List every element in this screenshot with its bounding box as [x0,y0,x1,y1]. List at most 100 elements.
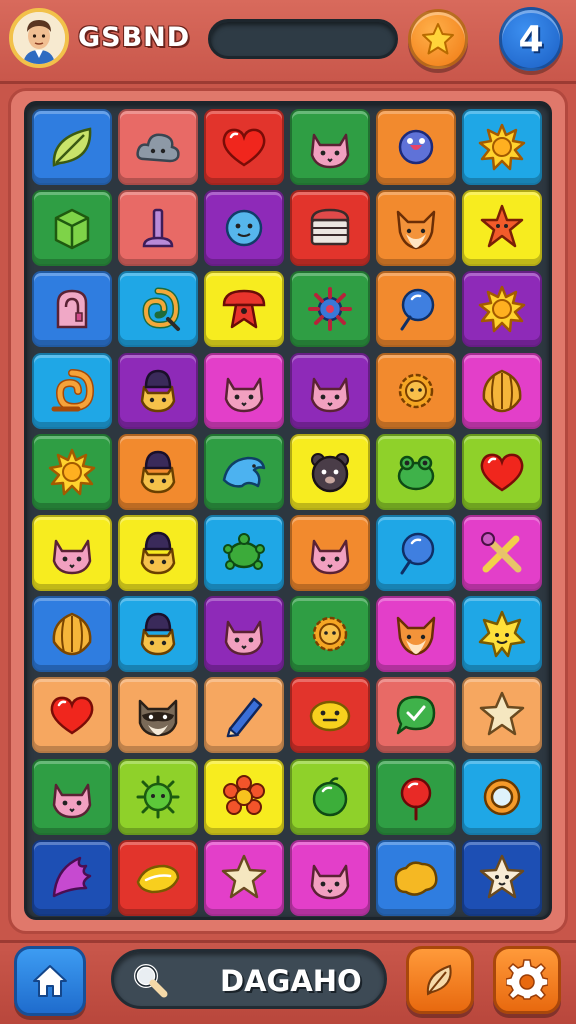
board-tile[interactable] [376,433,456,510]
board-tile[interactable] [118,758,198,835]
board-tile[interactable] [290,352,370,429]
board-tile[interactable] [204,515,284,591]
leaf-button[interactable] [406,946,474,1014]
board-tile[interactable] [204,190,284,267]
crossed-tools-icon [481,532,522,573]
sun-icon [478,286,526,333]
board-tile[interactable] [290,758,370,835]
board-tile[interactable] [204,433,284,510]
board-tile[interactable] [32,433,112,510]
board-tile[interactable] [204,839,284,916]
bug-icon [308,287,352,332]
pencil-icon [226,698,263,738]
board-tile[interactable] [376,515,456,591]
search-bar[interactable]: DAGAHO [111,949,387,1009]
lemon-icon [136,864,180,894]
board-tile[interactable] [32,758,112,835]
player-avatar[interactable] [9,8,69,68]
board-tile[interactable] [376,271,456,348]
ball-icon [312,776,348,816]
pin-icon [400,777,432,821]
board-tile[interactable] [462,515,542,591]
locker-icon [56,290,88,329]
fox-icon [396,616,436,656]
board-tile[interactable] [462,839,542,916]
board-tile[interactable] [290,271,370,348]
board-tile[interactable] [462,433,542,510]
star-icon [221,854,267,899]
board-tile[interactable] [204,271,284,348]
cloud-icon [136,133,180,163]
board-tile[interactable] [462,352,542,429]
board-tile[interactable] [32,515,112,591]
board-tile[interactable] [376,677,456,754]
board-tile[interactable] [118,433,198,510]
board-tile[interactable] [32,596,112,673]
board-tile[interactable] [118,271,198,348]
board-tile[interactable] [118,352,198,429]
cat-face-icon [52,783,92,818]
board-tile[interactable] [204,596,284,673]
board-tile[interactable] [376,109,456,185]
board-tile[interactable] [462,596,542,673]
candle-icon [142,208,174,248]
cat-face-icon [310,133,350,169]
board-tile[interactable] [290,677,370,754]
raccoon-icon [138,700,178,737]
board-tile[interactable] [32,271,112,348]
board-tile[interactable] [290,596,370,673]
sun-icon [48,448,96,496]
board-tile[interactable] [376,839,456,916]
cat-face-icon [52,539,92,575]
board-tile[interactable] [32,677,112,754]
board-tile[interactable] [32,109,112,185]
board-tile[interactable] [118,677,198,754]
ball-face-icon [225,209,263,247]
board-tile[interactable] [118,596,198,673]
heart-icon [480,453,524,492]
frog-icon [397,455,435,491]
star-button[interactable] [408,9,468,69]
game-board [24,101,552,920]
home-button[interactable] [14,946,86,1016]
board-tile[interactable] [204,352,284,429]
board-tile[interactable] [32,190,112,267]
board-tile[interactable] [376,352,456,429]
board-tile[interactable] [290,190,370,267]
snail-icon [51,368,95,412]
board-tile[interactable] [462,109,542,185]
board-tile[interactable] [376,190,456,267]
board-tile[interactable] [290,433,370,510]
board-tile[interactable] [290,839,370,916]
board-tile[interactable] [462,758,542,835]
board-tile[interactable] [118,839,198,916]
board-tile[interactable] [32,352,112,429]
board-tile[interactable] [376,758,456,835]
board-tile[interactable] [118,109,198,185]
treasure-box-icon [310,208,350,246]
board-tile[interactable] [204,758,284,835]
board-tile[interactable] [376,596,456,673]
board-tile[interactable] [290,515,370,591]
board-tile[interactable] [204,109,284,185]
board-tile[interactable] [118,515,198,591]
germ-icon [136,775,180,819]
board-tile[interactable] [462,271,542,348]
board-tile[interactable] [118,190,198,267]
nugget-icon [394,861,438,896]
hat-cat-icon [140,369,176,412]
board-tile[interactable] [290,109,370,185]
board-tile[interactable] [32,839,112,916]
lemon-face-icon [309,701,351,732]
hat-cat-icon [140,531,176,575]
mushroom-icon [222,290,266,329]
cat-face-icon [310,539,350,575]
board-tile[interactable] [462,190,542,267]
leaf-icon [426,964,452,996]
sun-icon [478,123,526,171]
level-badge[interactable]: 4 [499,7,563,71]
sun-face-icon [478,610,526,658]
settings-button[interactable] [493,946,561,1014]
board-tile[interactable] [204,677,284,754]
board-tile[interactable] [462,677,542,754]
